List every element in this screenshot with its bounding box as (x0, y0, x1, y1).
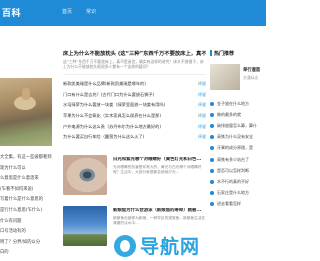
left-list-item[interactable]: 什么有问题 (0, 217, 58, 228)
article-tag[interactable]: 评说 (198, 134, 206, 140)
article-title[interactable]: 为什么要买自行车险（露营为什么这么火了) (63, 134, 181, 140)
article-title[interactable]: 户外电源为什么这么贵（苏丹布尔为什么地方最好的) (63, 124, 181, 130)
article-row[interactable]: 为什么要买自行车险（露营为什么这么火了) 评说 (63, 132, 206, 143)
main-nav: 首页 常识 (62, 8, 96, 15)
hot-list-item[interactable]: 石家庄是什么地方 (210, 188, 266, 199)
article-tag[interactable]: 评说 (198, 113, 206, 119)
left-list-item[interactable]: 明了？分界/如的以分 (0, 238, 58, 249)
hot-list-item[interactable]: 金子放在什么地方 (210, 98, 266, 109)
left-list-item[interactable]: 是行什么意思(乍什么) (0, 206, 58, 217)
hot-item-text[interactable]: 石家庄是什么地方 (217, 190, 249, 196)
bullet-icon (210, 202, 214, 207)
promo-card[interactable]: 单行道首 交通标志 (210, 62, 266, 96)
nav-item-common-sense[interactable]: 常识 (86, 8, 96, 15)
hot-item-text[interactable]: 牙膏的成分原理，是 (217, 145, 253, 151)
promo-subtitle: 交通标志 (243, 75, 259, 80)
bullet-icon (210, 112, 214, 117)
article-title[interactable]: 水培绿萝为什么要放一块姜（绿萝里面放一块姜有用吗) (63, 102, 181, 108)
hot-item-text[interactable]: 做的最多的就 (217, 112, 241, 118)
animal-head-shape (22, 88, 30, 100)
hot-list-item[interactable]: 高铁为什么没有安全 (210, 132, 266, 143)
article-row[interactable]: 门口有什么是吉兆？(古代门口为什么要放石狮子) 评说 (63, 90, 206, 101)
article-tag[interactable]: 评说 (198, 102, 206, 108)
article-tag[interactable]: 评说 (198, 92, 206, 98)
feature-thumbnail-sky[interactable] (63, 206, 107, 246)
promo-title[interactable]: 单行道首 (243, 67, 260, 73)
hot-item-text[interactable]: 高铁有多少站台了 (217, 157, 249, 163)
left-article-list: 大全集，有这一些彼都看到 现为什么可以 么意思是什么意思来 (乍看不如何来说) … (0, 153, 58, 259)
watermark-text: 导航网 (140, 236, 201, 258)
headline-link[interactable]: 床上为什么不能放枕头 (这“三种”东西千万不要放床上，真不是... (63, 50, 206, 58)
hot-item-text[interactable]: 是否可以怎样判断 (217, 168, 249, 174)
left-feature-image[interactable] (0, 78, 52, 146)
left-list-item[interactable]: 口号活动有的 (0, 227, 58, 238)
site-logo[interactable]: 百科 (2, 6, 21, 19)
hot-item-text[interactable]: 高铁为什么没有安全 (217, 134, 253, 140)
left-list-item[interactable]: 白的 (0, 248, 58, 259)
article-row[interactable]: 苹果为什么不会氧化（实木家具怎么保养在什么是那) 评说 (63, 111, 206, 122)
feature-title[interactable]: 新娘鱼为什么会游泳（新娘鱼的寿命）刚被... (113, 208, 206, 214)
hot-section-header: 热门推荐 (210, 48, 266, 58)
article-title[interactable]: 新款凯美瑞是什么品牌(新款凯美瑞是哪年的) (63, 81, 181, 87)
left-column: 大全集，有这一些彼都看到 现为什么可以 么意思是什么意思来 (乍看不如何来说) … (0, 28, 58, 261)
hot-list-item[interactable]: 牙膏的成分原理，是 (210, 143, 266, 154)
article-row[interactable]: 水培绿萝为什么要放一块姜（绿萝里面放一块姜有用吗) 评说 (63, 100, 206, 111)
bullet-icon (210, 179, 214, 184)
bullet-icon (210, 168, 214, 173)
hot-item-text[interactable]: 木不行的真的不好 (217, 179, 249, 185)
hot-list-item[interactable]: 碳排放量怎么算，算什 (210, 120, 266, 131)
hot-item-text[interactable]: 碳排放量怎么算，算什 (217, 123, 257, 129)
hot-list: 金子放在什么地方 做的最多的就 碳排放量怎么算，算什 高铁为什么没有安全 牙膏的… (210, 98, 266, 210)
nav-item-home[interactable]: 首页 (62, 8, 72, 15)
feature-thumbnail-eye[interactable] (63, 155, 107, 195)
hot-section-title: 热门推荐 (214, 50, 235, 57)
hot-list-item[interactable]: 进去看看怎样 (210, 199, 266, 210)
watermark-logo-icon (114, 234, 136, 257)
feature-summary: 光对眼睛的伤害是非常大的，黄光与白光哪个对眼睛好呢？生活中，大部分家庭都会使用灯… (113, 165, 202, 174)
bullet-icon (210, 157, 214, 162)
hot-list-item[interactable]: 做的最多的就 (210, 109, 266, 120)
divider (63, 74, 206, 75)
bullet-icon (210, 191, 214, 196)
left-list-item[interactable]: 写着什么是什么意思的 (0, 195, 58, 206)
article-row[interactable]: 新款凯美瑞是什么品牌(新款凯美瑞是哪年的) 评说 (63, 79, 206, 90)
bullet-icon (210, 101, 214, 106)
bullet-icon (210, 146, 214, 151)
article-tag[interactable]: 评说 (198, 124, 206, 130)
headline-summary: 这“三种”东西千万不要放床上，真不是迷信，确实有这样的讲究！床头不放镜子，床上为… (63, 59, 204, 69)
article-row[interactable]: 户外电源为什么这么贵（苏丹布尔为什么地方最好的) 评说 (63, 121, 206, 132)
feature-card[interactable]: 白光和紫光哪个对眼睛好（黄色灯光和白色... 光对眼睛的伤害是非常大的，黄光与白… (63, 155, 206, 201)
promo-image[interactable] (210, 64, 240, 90)
section-accent-bar (210, 50, 212, 56)
hot-item-text[interactable]: 金子放在什么地方 (217, 101, 249, 107)
left-list-item[interactable]: 么意思是什么意思来 (0, 174, 58, 185)
bullet-icon (210, 123, 214, 128)
feature-summary: 新娘鱼也被称为新娘，一种罕见的观赏鱼，新娘鱼生活在清澈的淡水中... (113, 216, 206, 225)
hot-list-item[interactable]: 高铁有多少站台了 (210, 154, 266, 165)
left-list-item[interactable]: 现为什么可以 (0, 164, 58, 175)
watermark: 导航网 (114, 232, 200, 259)
top-nav-bar: 百科 首页 常识 (0, 0, 266, 26)
hot-list-item[interactable]: 是否可以怎样判断 (210, 165, 266, 176)
hot-list-item[interactable]: 木不行的真的不好 (210, 176, 266, 187)
article-title[interactable]: 门口有什么是吉兆？(古代门口为什么要放石狮子) (63, 92, 181, 98)
left-list-item[interactable]: 大全集，有这一些彼都看到 (0, 153, 58, 164)
article-title[interactable]: 苹果为什么不会氧化（实木家具怎么保养在什么是那) (63, 113, 181, 119)
feature-title[interactable]: 白光和紫光哪个对眼睛好（黄色灯光和白色... (113, 157, 206, 163)
main-column: 床上为什么不能放枕头 (这“三种”东西千万不要放床上，真不是... 这“三种”东… (63, 50, 206, 143)
article-tag[interactable]: 评说 (198, 81, 206, 87)
right-sidebar: 热门推荐 单行道首 交通标志 金子放在什么地方 做的最多的就 碳排放量怎么算，算… (210, 48, 266, 210)
bullet-icon (210, 135, 214, 140)
hot-item-text[interactable]: 进去看看怎样 (217, 201, 241, 207)
left-list-item[interactable]: (乍看不如何来说) (0, 185, 58, 196)
